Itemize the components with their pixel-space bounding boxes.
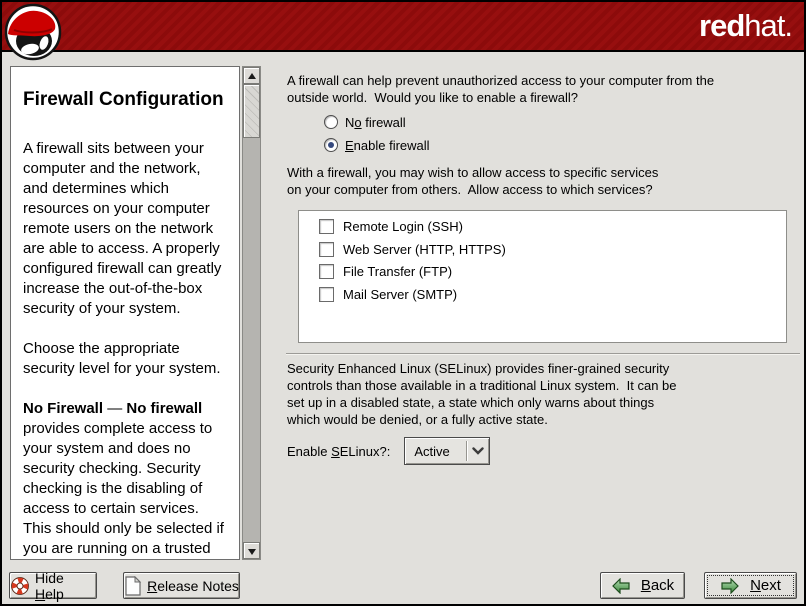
checkbox-label: Mail Server (SMTP) — [343, 287, 457, 302]
brand-bold: red — [699, 8, 744, 43]
checkbox-web-server[interactable]: Web Server (HTTP, HTTPS) — [319, 242, 506, 257]
checkbox-icon[interactable] — [319, 242, 334, 257]
button-label: Next — [750, 577, 781, 594]
checkbox-icon[interactable] — [319, 287, 334, 302]
redhat-wordmark: redhat. — [699, 6, 792, 46]
checkbox-remote-login-ssh[interactable]: Remote Login (SSH) — [319, 219, 463, 234]
help-paragraph: Choose the appropriate security level fo… — [23, 339, 229, 379]
services-question-text: With a firewall, you may wish to allow a… — [287, 164, 802, 198]
checkbox-label: File Transfer (FTP) — [343, 264, 452, 279]
selinux-label: Enable SELinux?: — [287, 444, 390, 459]
checkbox-label: Remote Login (SSH) — [343, 219, 463, 234]
installer-window: redhat. Firewall Configuration A firewal… — [0, 0, 806, 606]
release-notes-button[interactable]: Release Notes — [123, 572, 240, 599]
radio-button-icon[interactable] — [324, 115, 338, 129]
back-button[interactable]: Back — [600, 572, 685, 599]
next-button[interactable]: Next — [704, 572, 797, 599]
document-icon — [124, 576, 142, 596]
brand-light: hat — [744, 8, 784, 43]
life-buoy-icon — [10, 576, 30, 596]
scroll-down-button[interactable] — [243, 542, 260, 559]
brand-dot: . — [784, 8, 792, 43]
hide-help-button[interactable]: Hide Help — [9, 572, 97, 599]
radio-label: Enable firewall — [345, 138, 430, 153]
button-label: Hide Help — [35, 570, 96, 602]
firewall-question-text: A firewall can help prevent unauthorized… — [287, 72, 802, 106]
top-banner: redhat. — [2, 2, 804, 52]
arrow-up-icon — [248, 73, 256, 79]
help-dash: — — [103, 400, 126, 417]
help-bold-term: No firewall — [126, 400, 202, 417]
checkbox-mail-server-smtp[interactable]: Mail Server (SMTP) — [319, 287, 457, 302]
help-title: Firewall Configuration — [23, 85, 229, 115]
radio-label: No firewall — [345, 115, 406, 130]
redhat-shadowman-logo-icon — [4, 3, 62, 61]
selinux-description-text: Security Enhanced Linux (SELinux) provid… — [287, 360, 802, 428]
services-list: Remote Login (SSH) Web Server (HTTP, HTT… — [298, 210, 787, 343]
radio-button-selected-icon[interactable] — [324, 138, 338, 152]
checkbox-icon[interactable] — [319, 219, 334, 234]
checkbox-file-transfer-ftp[interactable]: File Transfer (FTP) — [319, 264, 452, 279]
checkbox-icon[interactable] — [319, 264, 334, 279]
help-paragraph: No Firewall — No firewall provides compl… — [23, 399, 229, 559]
help-paragraph: A firewall sits between your computer an… — [23, 139, 229, 319]
help-paragraph-text: provides complete access to your system … — [23, 420, 224, 557]
selinux-setting-row: Enable SELinux?: Active — [287, 437, 490, 465]
selinux-dropdown-value: Active — [405, 444, 466, 459]
button-label: Back — [641, 577, 674, 594]
arrow-right-icon — [720, 578, 740, 594]
radio-enable-firewall[interactable]: Enable firewall — [324, 136, 430, 154]
arrow-left-icon — [611, 578, 631, 594]
button-label: Release Notes — [147, 578, 239, 594]
arrow-down-icon — [248, 549, 256, 555]
help-scrollbar[interactable] — [242, 66, 261, 560]
chevron-down-icon — [467, 447, 489, 455]
scroll-up-button[interactable] — [243, 67, 260, 84]
selinux-dropdown[interactable]: Active — [404, 437, 490, 465]
checkbox-label: Web Server (HTTP, HTTPS) — [343, 242, 506, 257]
help-panel: Firewall Configuration A firewall sits b… — [10, 66, 240, 560]
section-divider — [286, 353, 800, 355]
scrollbar-thumb[interactable] — [243, 84, 260, 138]
radio-no-firewall[interactable]: No firewall — [324, 113, 406, 131]
help-bold-term: No Firewall — [23, 400, 103, 417]
